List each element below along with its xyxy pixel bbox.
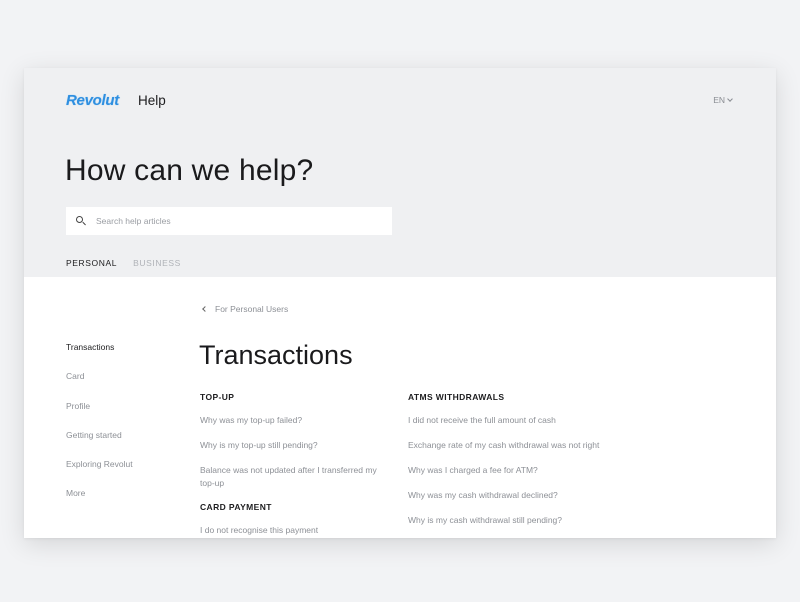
revolut-logo[interactable]: Revolut <box>66 92 119 109</box>
sidebar-item-more[interactable]: More <box>66 488 133 517</box>
sidebar: Transactions Card Profile Getting starte… <box>66 342 133 518</box>
article-link[interactable]: Why was my top-up failed? <box>200 414 390 427</box>
hero-section: Revolut Help EN How can we help? PERSONA… <box>24 68 776 277</box>
search-box[interactable] <box>66 207 392 235</box>
tab-business[interactable]: BUSINESS <box>133 258 181 268</box>
atm-column: ATMS WITHDRAWALS I did not receive the f… <box>408 392 628 538</box>
sidebar-item-profile[interactable]: Profile <box>66 401 133 430</box>
section-heading-topup: TOP-UP <box>200 392 235 402</box>
topup-column: TOP-UP Why was my top-up failed? Why is … <box>200 392 390 538</box>
section-heading-atm: ATMS WITHDRAWALS <box>408 392 505 402</box>
search-input[interactable] <box>96 216 376 226</box>
page-title: Transactions <box>199 340 353 370</box>
article-link[interactable]: Why was I charged a fee for ATM? <box>408 464 628 477</box>
article-link[interactable]: Exchange rate of my cash withdrawal was … <box>408 439 628 452</box>
language-selector[interactable]: EN <box>713 95 733 105</box>
help-label[interactable]: Help <box>138 93 166 108</box>
tab-personal[interactable]: PERSONAL <box>66 258 117 268</box>
help-center-window: Revolut Help EN How can we help? PERSONA… <box>24 68 776 538</box>
breadcrumb-label: For Personal Users <box>215 304 289 314</box>
sidebar-item-exploring-revolut[interactable]: Exploring Revolut <box>66 459 133 488</box>
article-link[interactable]: I did not receive the full amount of cas… <box>408 414 628 427</box>
sidebar-item-getting-started[interactable]: Getting started <box>66 430 133 459</box>
chevron-down-icon <box>727 96 733 102</box>
chevron-left-icon <box>202 306 208 312</box>
article-link[interactable]: Why is my top-up still pending? <box>200 439 390 452</box>
section-heading-card-payment: CARD PAYMENT <box>200 502 272 512</box>
article-link[interactable]: Why was my cash withdrawal declined? <box>408 489 628 502</box>
sidebar-item-card[interactable]: Card <box>66 371 133 400</box>
article-link[interactable]: Why is my cash withdrawal still pending? <box>408 514 628 527</box>
sidebar-item-transactions[interactable]: Transactions <box>66 342 133 371</box>
search-icon <box>76 216 86 226</box>
hero-title: How can we help? <box>65 154 314 187</box>
article-link[interactable]: Balance was not updated after I transfer… <box>200 464 390 490</box>
audience-tabs: PERSONAL BUSINESS <box>66 258 181 268</box>
language-label: EN <box>713 95 725 105</box>
article-link[interactable]: I do not recognise this payment <box>200 524 390 537</box>
breadcrumb[interactable]: For Personal Users <box>202 304 289 314</box>
